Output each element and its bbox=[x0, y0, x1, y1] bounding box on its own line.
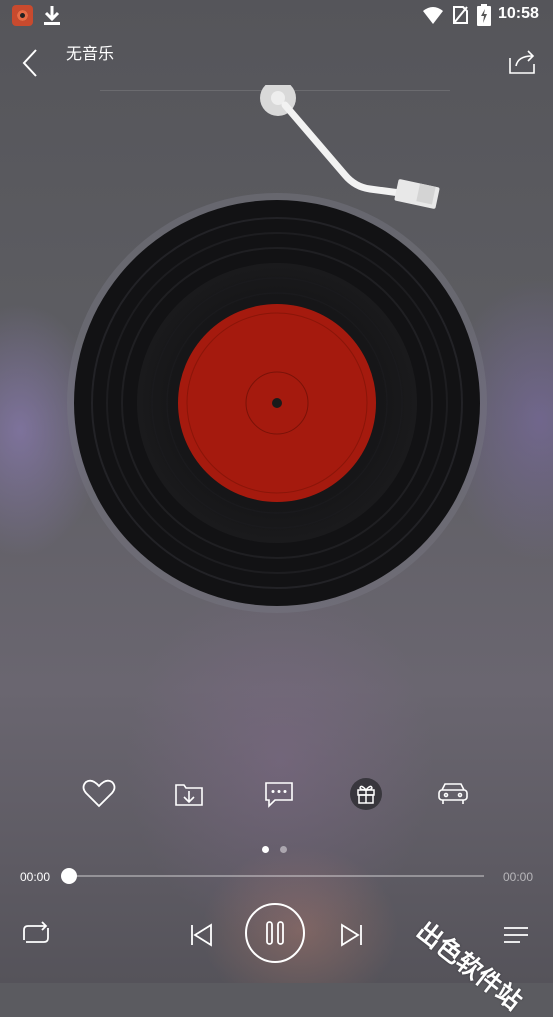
pause-button[interactable] bbox=[245, 903, 305, 963]
no-sim-icon bbox=[453, 6, 468, 24]
current-time: 00:00 bbox=[20, 870, 51, 884]
playlist-button[interactable] bbox=[498, 918, 534, 950]
status-time: 10:58 bbox=[498, 5, 539, 22]
download-icon bbox=[44, 6, 60, 25]
seek-track[interactable] bbox=[68, 875, 484, 877]
previous-button[interactable] bbox=[186, 920, 216, 950]
share-icon bbox=[509, 50, 535, 74]
next-icon bbox=[341, 923, 362, 947]
page-dot-active[interactable] bbox=[262, 846, 269, 853]
repeat-button[interactable] bbox=[18, 918, 54, 950]
back-button[interactable] bbox=[14, 46, 48, 80]
comments-button[interactable] bbox=[259, 775, 299, 813]
seek-thumb[interactable] bbox=[61, 868, 77, 884]
gift-button[interactable] bbox=[346, 775, 386, 813]
repeat-icon bbox=[23, 921, 49, 943]
status-bar: 10:58 bbox=[0, 0, 553, 32]
previous-icon bbox=[191, 923, 212, 947]
action-row bbox=[0, 775, 553, 815]
header: 无音乐 bbox=[0, 32, 553, 90]
page-dot[interactable] bbox=[280, 846, 287, 853]
song-title: 无音乐 bbox=[66, 44, 115, 63]
app-notification-icon bbox=[12, 5, 33, 26]
total-time: 00:00 bbox=[503, 870, 534, 884]
heart-icon bbox=[82, 779, 116, 808]
chevron-left-icon bbox=[22, 49, 37, 77]
wifi-icon bbox=[423, 7, 443, 24]
download-button[interactable] bbox=[169, 775, 209, 813]
favorite-button[interactable] bbox=[79, 775, 119, 813]
progress-bar: 00:00 00:00 bbox=[0, 862, 553, 892]
page-indicator bbox=[262, 846, 292, 856]
playlist-icon bbox=[504, 927, 528, 943]
next-button[interactable] bbox=[337, 920, 367, 950]
folder-download-icon bbox=[175, 784, 203, 806]
battery-charging-icon bbox=[477, 4, 491, 26]
tonearm bbox=[260, 85, 440, 209]
car-icon bbox=[438, 783, 468, 804]
share-button[interactable] bbox=[506, 46, 540, 76]
pause-icon bbox=[266, 921, 284, 945]
comment-icon bbox=[265, 782, 293, 808]
car-mode-button[interactable] bbox=[433, 775, 473, 813]
